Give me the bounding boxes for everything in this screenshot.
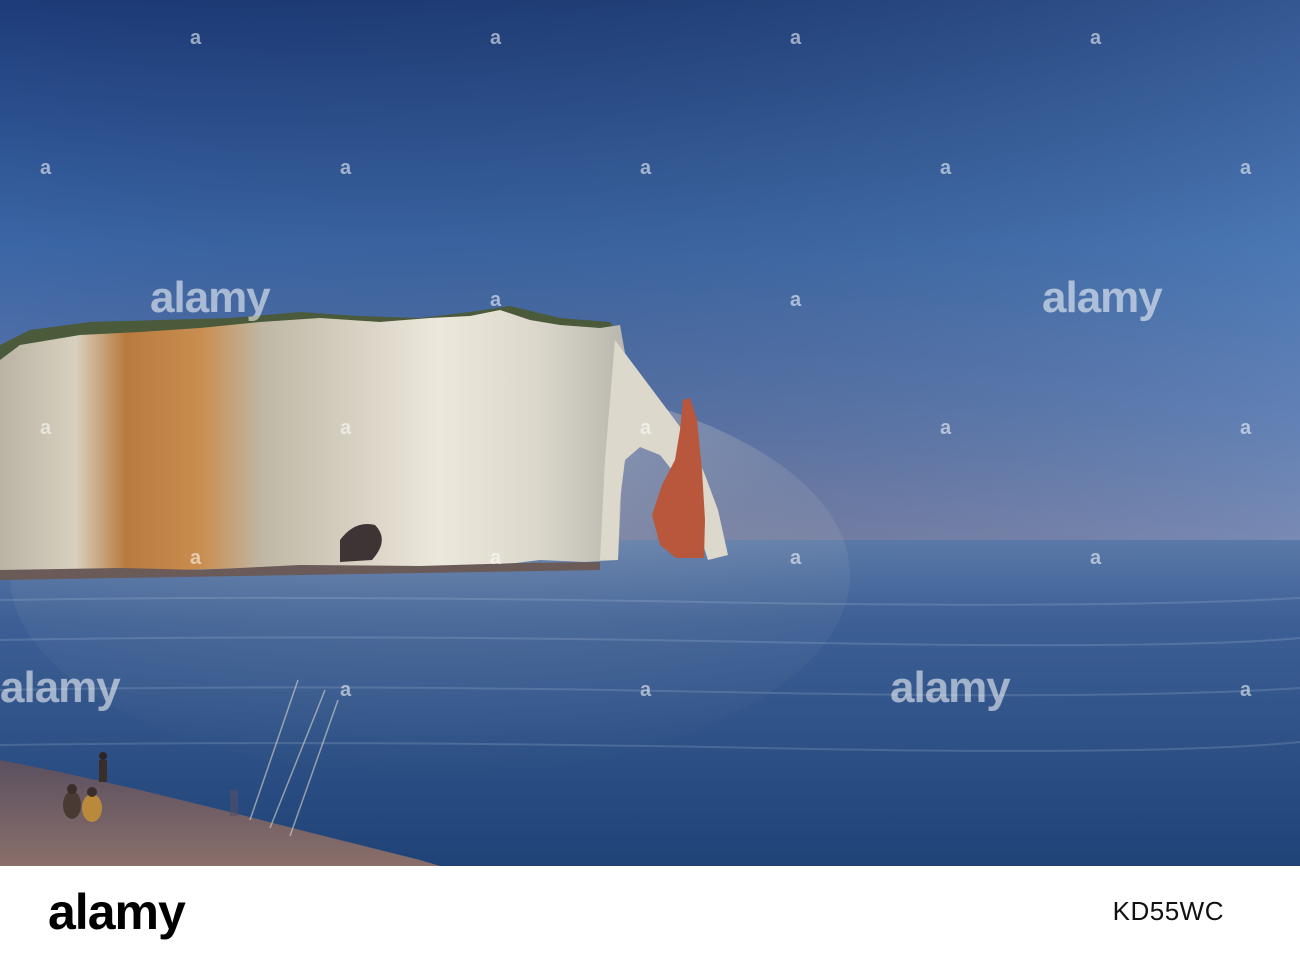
watermark-logo: alamy bbox=[0, 663, 121, 712]
watermark-mark: a bbox=[790, 27, 802, 49]
watermark-mark: a bbox=[790, 289, 802, 311]
watermark-mark: a bbox=[940, 157, 952, 179]
watermark-mark: a bbox=[190, 547, 202, 569]
watermark-mark: a bbox=[490, 27, 502, 49]
watermark-mark: a bbox=[340, 417, 352, 439]
stock-photo-page: a a a a a a a a a alamy a a alamy a a a … bbox=[0, 0, 1300, 956]
alamy-logo: alamy bbox=[48, 884, 186, 940]
watermark-logo: alamy bbox=[150, 273, 271, 322]
stock-footer-bar: alamy KD55WC bbox=[0, 866, 1300, 956]
cliff-arch-photo: a a a a a a a a a alamy a a alamy a a a … bbox=[0, 0, 1300, 866]
watermark-mark: a bbox=[490, 289, 502, 311]
watermark-mark: a bbox=[940, 417, 952, 439]
watermark-mark: a bbox=[640, 679, 652, 701]
image-code: KD55WC bbox=[1112, 896, 1224, 926]
watermark-logo: alamy bbox=[1042, 273, 1163, 322]
watermark-mark: a bbox=[1240, 417, 1252, 439]
watermark-mark: a bbox=[790, 547, 802, 569]
watermark-mark: a bbox=[1090, 547, 1102, 569]
cliff-headland bbox=[0, 310, 628, 574]
watermark-mark: a bbox=[640, 157, 652, 179]
watermark-mark: a bbox=[40, 417, 52, 439]
watermark-mark: a bbox=[340, 157, 352, 179]
watermark-mark: a bbox=[490, 547, 502, 569]
watermark-mark: a bbox=[40, 157, 52, 179]
watermark-mark: a bbox=[1090, 27, 1102, 49]
watermark-logo: alamy bbox=[890, 663, 1011, 712]
watermark-mark: a bbox=[190, 27, 202, 49]
watermark-mark: a bbox=[340, 679, 352, 701]
watermark-mark: a bbox=[1240, 679, 1252, 701]
watermark-mark: a bbox=[1240, 157, 1252, 179]
watermark-mark: a bbox=[640, 417, 652, 439]
